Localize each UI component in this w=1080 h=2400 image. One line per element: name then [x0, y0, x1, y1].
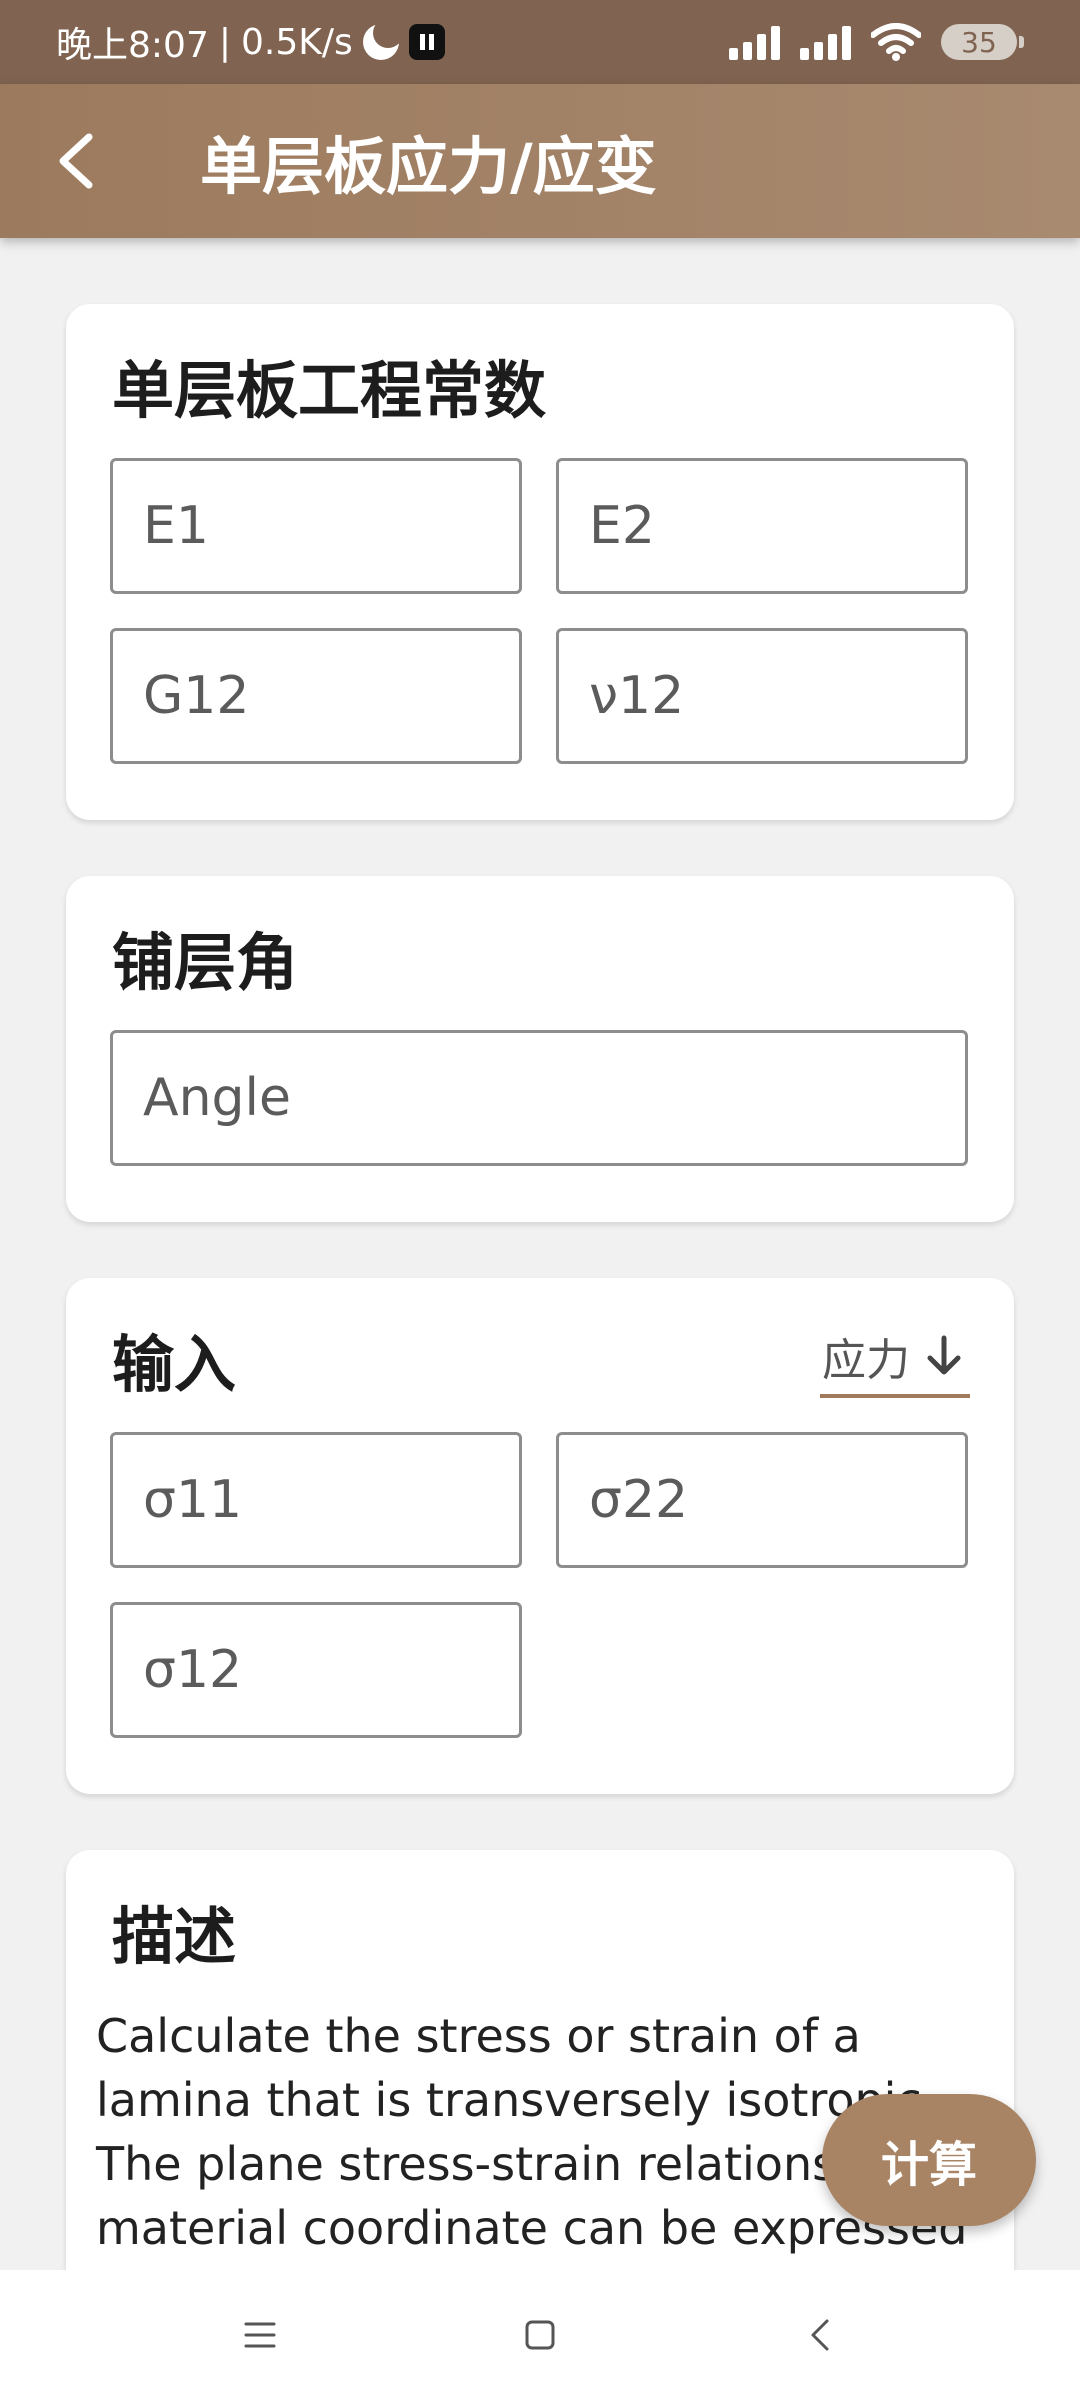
- ply-angle-card: 铺层角: [66, 876, 1014, 1222]
- arrow-down-icon: [927, 1335, 961, 1375]
- input-card: 输入 应力: [66, 1278, 1014, 1794]
- menu-icon: [244, 2322, 276, 2348]
- engineering-constants-card: 单层板工程常数: [66, 304, 1014, 820]
- back-chevron-icon: [811, 2319, 829, 2351]
- app-bar: 单层板应力/应变: [0, 84, 1080, 238]
- e2-input[interactable]: [559, 461, 965, 591]
- status-separator: |: [218, 21, 231, 63]
- engineering-constants-title: 单层板工程常数: [112, 354, 547, 427]
- ply-angle-title: 铺层角: [112, 926, 299, 999]
- network-speed: 0.5K/s: [240, 21, 353, 63]
- status-right: 35: [729, 23, 1024, 61]
- signal-icon: [729, 24, 780, 60]
- status-bar: 晚上8:07 | 0.5K/s 35: [0, 0, 1080, 84]
- system-navigation-bar: [0, 2270, 1080, 2400]
- back-button[interactable]: [30, 116, 120, 206]
- sigma22-field[interactable]: [556, 1432, 968, 1568]
- calculate-button[interactable]: 计算: [822, 2094, 1036, 2226]
- sigma11-field[interactable]: [110, 1432, 522, 1568]
- battery-level: 35: [941, 24, 1017, 60]
- do-not-disturb-icon: [362, 18, 403, 60]
- sigma11-input[interactable]: [113, 1435, 519, 1565]
- battery-icon: 35: [941, 24, 1024, 60]
- v12-field[interactable]: [556, 628, 968, 764]
- home-nav-button[interactable]: [510, 2305, 570, 2365]
- home-square-icon: [525, 2320, 555, 2350]
- status-time: 晚上8:07: [56, 25, 209, 66]
- e2-field[interactable]: [556, 458, 968, 594]
- menu-nav-button[interactable]: [230, 2305, 290, 2365]
- description-title: 描述: [112, 1900, 237, 1973]
- page-title: 单层板应力/应变: [200, 130, 657, 203]
- sigma12-input[interactable]: [113, 1605, 519, 1735]
- e1-input[interactable]: [113, 461, 519, 591]
- stress-strain-dropdown[interactable]: 应力: [820, 1328, 970, 1398]
- signal-icon: [800, 24, 851, 60]
- back-nav-button[interactable]: [790, 2305, 850, 2365]
- wifi-icon: [871, 23, 921, 61]
- v12-input[interactable]: [559, 631, 965, 761]
- back-arrow-icon: [59, 133, 93, 189]
- sigma22-input[interactable]: [559, 1435, 965, 1565]
- status-left: 晚上8:07 | 0.5K/s: [56, 16, 445, 68]
- e1-field[interactable]: [110, 458, 522, 594]
- mode-label: 应力: [822, 1335, 910, 1386]
- angle-field[interactable]: [110, 1030, 968, 1166]
- app-root: 晚上8:07 | 0.5K/s 35 单层板应力/应变 单层板工程常数 E1 E…: [0, 0, 1080, 2400]
- angle-input[interactable]: [113, 1033, 965, 1163]
- media-playing-icon: [408, 24, 445, 60]
- input-title: 输入: [112, 1328, 237, 1401]
- g12-field[interactable]: [110, 628, 522, 764]
- g12-input[interactable]: [113, 631, 519, 761]
- sigma12-field[interactable]: [110, 1602, 522, 1738]
